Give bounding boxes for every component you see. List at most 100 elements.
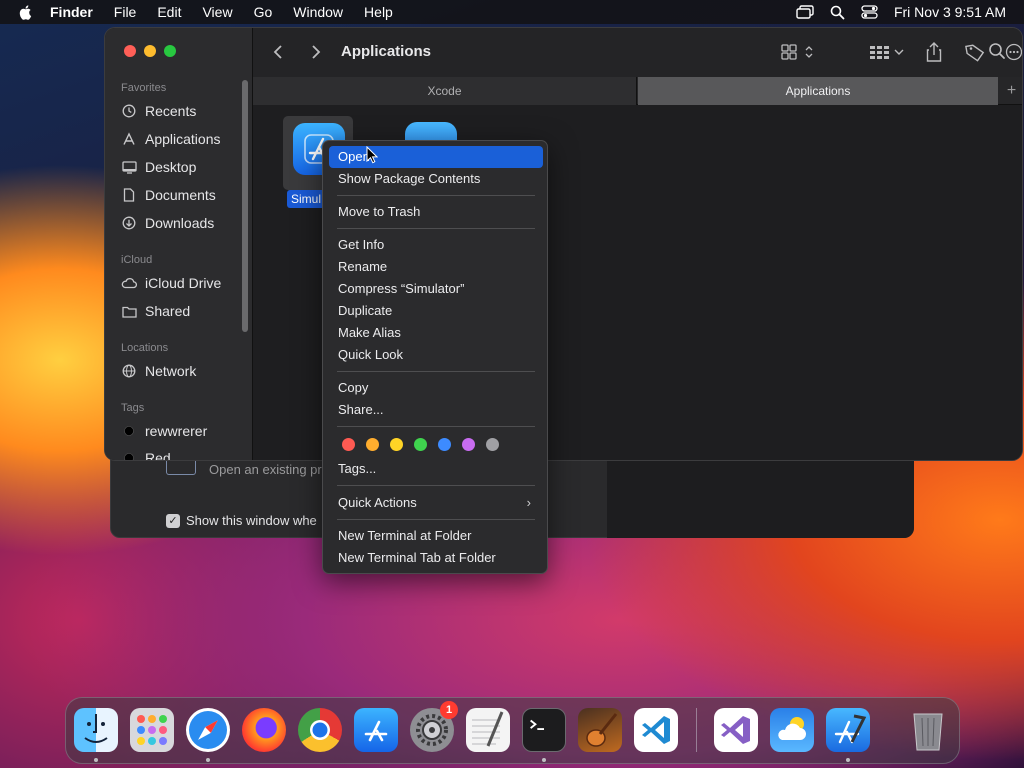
- menu-finder[interactable]: Finder: [50, 4, 93, 20]
- menu-item-get-info[interactable]: Get Info: [329, 234, 543, 256]
- sidebar-scrollbar[interactable]: [242, 80, 248, 332]
- show-window-checkbox[interactable]: ✓: [166, 514, 180, 528]
- running-indicator: [542, 758, 546, 762]
- sidebar-item-documents[interactable]: Documents: [121, 185, 216, 205]
- back-button[interactable]: [273, 41, 283, 63]
- control-center-icon[interactable]: [861, 5, 878, 19]
- terminal-icon[interactable]: [522, 708, 566, 752]
- weather-icon[interactable]: [770, 708, 814, 752]
- chevron-right-icon: [312, 45, 321, 59]
- menu-file[interactable]: File: [114, 4, 137, 20]
- tag-color-orange[interactable]: [366, 438, 379, 451]
- sidebar-item-network[interactable]: Network: [121, 361, 196, 381]
- menu-item-open[interactable]: Open: [329, 146, 543, 168]
- menu-item-move-to-trash[interactable]: Move to Trash: [329, 201, 543, 223]
- locations-header: Locations: [121, 342, 169, 354]
- dock: [65, 697, 960, 764]
- share-icon: [926, 42, 942, 62]
- garageband-icon[interactable]: [578, 708, 622, 752]
- menu-item-quick-look[interactable]: Quick Look: [329, 344, 543, 366]
- minimize-window-button[interactable]: [144, 45, 156, 57]
- chrome-icon[interactable]: [298, 708, 342, 752]
- sidebar-item-applications[interactable]: Applications: [121, 129, 221, 149]
- menubar-clock[interactable]: Fri Nov 3 9:51 AM: [894, 4, 1006, 20]
- tab-xcode[interactable]: Xcode: [253, 77, 637, 105]
- firefox-icon[interactable]: [242, 708, 286, 752]
- trash-icon[interactable]: [906, 708, 950, 752]
- menu-go[interactable]: Go: [254, 4, 273, 20]
- action-menu-button[interactable]: [1005, 41, 1022, 63]
- sidebar-item-shared[interactable]: Shared: [121, 301, 190, 321]
- share-button[interactable]: [926, 41, 942, 63]
- menu-help[interactable]: Help: [364, 4, 393, 20]
- tab-applications[interactable]: Applications: [638, 77, 998, 105]
- tag-color-purple[interactable]: [462, 438, 475, 451]
- app-store-icon[interactable]: [354, 708, 398, 752]
- search-icon: [989, 43, 1005, 59]
- finder-sidebar: Favorites Recents Applications Desktop D…: [105, 28, 253, 461]
- submenu-arrow-icon: ›: [526, 495, 531, 510]
- menu-item-new-terminal-tab[interactable]: New Terminal Tab at Folder: [329, 547, 543, 569]
- chevron-left-icon: [273, 45, 282, 59]
- menu-item-copy[interactable]: Copy: [329, 377, 543, 399]
- sidebar-item-label: Desktop: [145, 159, 197, 175]
- close-window-button[interactable]: [124, 45, 136, 57]
- finder-icon[interactable]: [74, 708, 118, 752]
- launchpad-icon[interactable]: [130, 708, 174, 752]
- tag-color-blue[interactable]: [438, 438, 451, 451]
- view-mode-button[interactable]: [781, 41, 815, 63]
- finder-tab-bar: Xcode Applications +: [253, 77, 1022, 105]
- visual-studio-icon[interactable]: [714, 708, 758, 752]
- menu-item-new-terminal[interactable]: New Terminal at Folder: [329, 525, 543, 547]
- screen-mirroring-icon[interactable]: [796, 5, 814, 19]
- sidebar-item-label: Shared: [145, 303, 191, 319]
- tag-color-yellow[interactable]: [390, 438, 403, 451]
- menu-edit[interactable]: Edit: [157, 4, 181, 20]
- applications-icon: [121, 131, 137, 147]
- menu-item-show-package-contents[interactable]: Show Package Contents: [329, 168, 543, 190]
- running-indicator: [846, 758, 850, 762]
- menu-item-tags[interactable]: Tags...: [329, 458, 543, 480]
- menu-item-quick-actions[interactable]: Quick Actions ›: [329, 492, 543, 514]
- sidebar-item-downloads[interactable]: Downloads: [121, 213, 214, 233]
- open-existing-project-text[interactable]: Open an existing pro: [209, 462, 329, 477]
- apple-logo-icon[interactable]: [18, 4, 34, 20]
- menu-view[interactable]: View: [202, 4, 232, 20]
- sidebar-item-tag-rewwrerer[interactable]: rewwrerer: [121, 421, 207, 441]
- sidebar-item-label: Network: [145, 363, 197, 379]
- icloud-header: iCloud: [121, 254, 153, 266]
- sidebar-item-icloud-drive[interactable]: iCloud Drive: [121, 273, 221, 293]
- menu-window[interactable]: Window: [293, 4, 343, 20]
- vscode-icon[interactable]: [634, 708, 678, 752]
- favorites-header: Favorites: [121, 82, 167, 94]
- new-tab-button[interactable]: +: [999, 77, 1022, 105]
- sidebar-item-recents[interactable]: Recents: [121, 101, 196, 121]
- sidebar-item-label: Red: [145, 450, 171, 461]
- menu-item-duplicate[interactable]: Duplicate: [329, 300, 543, 322]
- spotlight-search-icon[interactable]: [830, 5, 845, 20]
- zoom-window-button[interactable]: [164, 45, 176, 57]
- menu-separator: [337, 228, 535, 229]
- tag-button[interactable]: [965, 41, 985, 63]
- tag-color-gray[interactable]: [486, 438, 499, 451]
- menu-separator: [337, 195, 535, 196]
- safari-icon[interactable]: [186, 708, 230, 752]
- xcode-icon[interactable]: [826, 708, 870, 752]
- menu-item-share[interactable]: Share...: [329, 399, 543, 421]
- running-indicator: [94, 758, 98, 762]
- menu-item-rename[interactable]: Rename: [329, 256, 543, 278]
- tag-color-red[interactable]: [342, 438, 355, 451]
- group-by-button[interactable]: [869, 41, 905, 63]
- textedit-icon[interactable]: [466, 708, 510, 752]
- sidebar-item-label: iCloud Drive: [145, 275, 222, 291]
- tag-color-green[interactable]: [414, 438, 427, 451]
- sidebar-item-label: Recents: [145, 103, 197, 119]
- sidebar-item-desktop[interactable]: Desktop: [121, 157, 196, 177]
- search-button[interactable]: [988, 42, 1006, 65]
- forward-button[interactable]: [311, 41, 321, 63]
- menu-item-compress[interactable]: Compress “Simulator”: [329, 278, 543, 300]
- ellipsis-circle-icon: [1005, 43, 1022, 61]
- download-icon: [121, 215, 137, 231]
- menu-item-make-alias[interactable]: Make Alias: [329, 322, 543, 344]
- sidebar-item-tag-red[interactable]: Red: [121, 448, 171, 461]
